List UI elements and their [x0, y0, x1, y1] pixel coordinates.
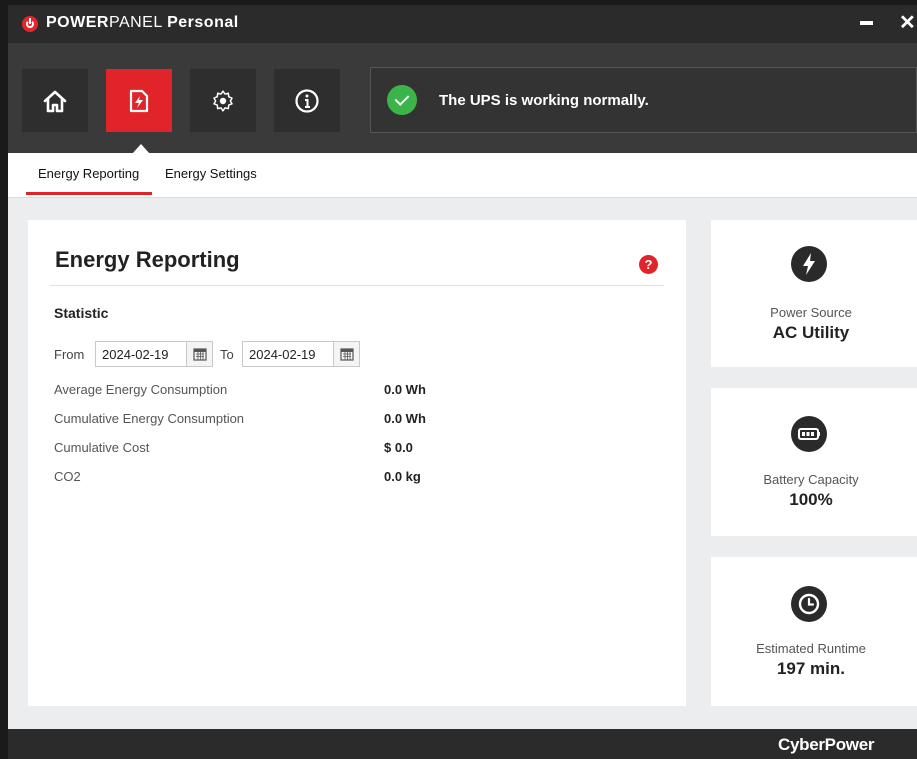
cyberpower-brand-logo: CyberPower	[778, 735, 875, 754]
app-title-personal: Personal	[167, 14, 239, 31]
footer-bar: CyberPower	[8, 729, 917, 759]
power-source-value: AC Utility	[772, 323, 850, 342]
info-icon	[295, 88, 319, 113]
help-icon[interactable]: ?	[639, 255, 658, 274]
minimize-button[interactable]	[860, 21, 873, 25]
to-date-field[interactable]: 2024-02-19	[242, 341, 360, 367]
stat-label: Cumulative Energy Consumption	[54, 411, 245, 426]
battery-capacity-label: Battery Capacity	[763, 472, 859, 487]
to-date-value: 2024-02-19	[249, 347, 316, 362]
stat-value: 0.0 Wh	[384, 382, 426, 397]
nav-home-button[interactable]	[22, 69, 88, 132]
ups-status-banner: The UPS is working normally.	[370, 67, 917, 133]
nav-energy-report-button[interactable]	[106, 69, 172, 132]
stat-label: CO2	[54, 469, 81, 484]
stat-value: $ 0.0	[384, 440, 413, 455]
nav-settings-button[interactable]	[190, 69, 256, 132]
settings-gear-icon	[213, 89, 233, 112]
from-date-value: 2024-02-19	[102, 347, 169, 362]
lightning-icon	[791, 246, 827, 282]
active-tab-indicator	[26, 192, 152, 195]
power-source-card: Power Source AC Utility	[711, 220, 917, 367]
clock-icon	[791, 586, 827, 622]
ups-status-text: The UPS is working normally.	[439, 92, 649, 109]
app-title-power: POWER	[46, 14, 109, 31]
app-window: POWERPANEL Personal ✕ The UPS is working…	[8, 5, 917, 759]
tab-energy-settings[interactable]: Energy Settings	[165, 166, 257, 181]
from-label: From	[54, 347, 85, 362]
to-label: To	[220, 347, 234, 362]
estimated-runtime-label: Estimated Runtime	[756, 641, 866, 656]
energy-reporting-panel: Energy Reporting ? Statistic From 2024-0…	[28, 220, 686, 706]
close-button[interactable]: ✕	[899, 11, 916, 35]
tab-energy-reporting[interactable]: Energy Reporting	[38, 166, 139, 181]
power-source-label: Power Source	[770, 305, 852, 320]
panel-divider	[50, 285, 664, 286]
stat-value: 0.0 kg	[384, 469, 421, 484]
title-bar: POWERPANEL Personal ✕	[8, 5, 917, 43]
status-ok-check-icon	[387, 85, 417, 115]
power-logo-icon	[22, 16, 38, 32]
home-icon	[43, 90, 67, 112]
app-title: POWERPANEL Personal	[46, 14, 239, 32]
nav-info-button[interactable]	[274, 69, 340, 132]
sub-tab-bar: Energy Reporting Energy Settings	[8, 153, 917, 198]
from-date-field[interactable]: 2024-02-19	[95, 341, 213, 367]
calendar-icon[interactable]	[186, 342, 212, 366]
battery-capacity-value: 100%	[789, 490, 833, 509]
stat-label: Cumulative Cost	[54, 440, 150, 455]
battery-icon	[791, 416, 827, 452]
panel-title: Energy Reporting	[55, 247, 240, 272]
stat-label: Average Energy Consumption	[54, 382, 228, 397]
energy-report-icon	[129, 89, 149, 112]
section-title-statistic: Statistic	[54, 305, 109, 321]
estimated-runtime-card: Estimated Runtime 197 min.	[711, 557, 917, 706]
main-toolbar: The UPS is working normally.	[8, 43, 917, 154]
estimated-runtime-value: 197 min.	[776, 659, 846, 678]
calendar-icon[interactable]	[333, 342, 359, 366]
stat-value: 0.0 Wh	[384, 411, 426, 426]
app-title-panel: PANEL	[108, 14, 163, 31]
battery-capacity-card: Battery Capacity 100%	[711, 388, 917, 536]
